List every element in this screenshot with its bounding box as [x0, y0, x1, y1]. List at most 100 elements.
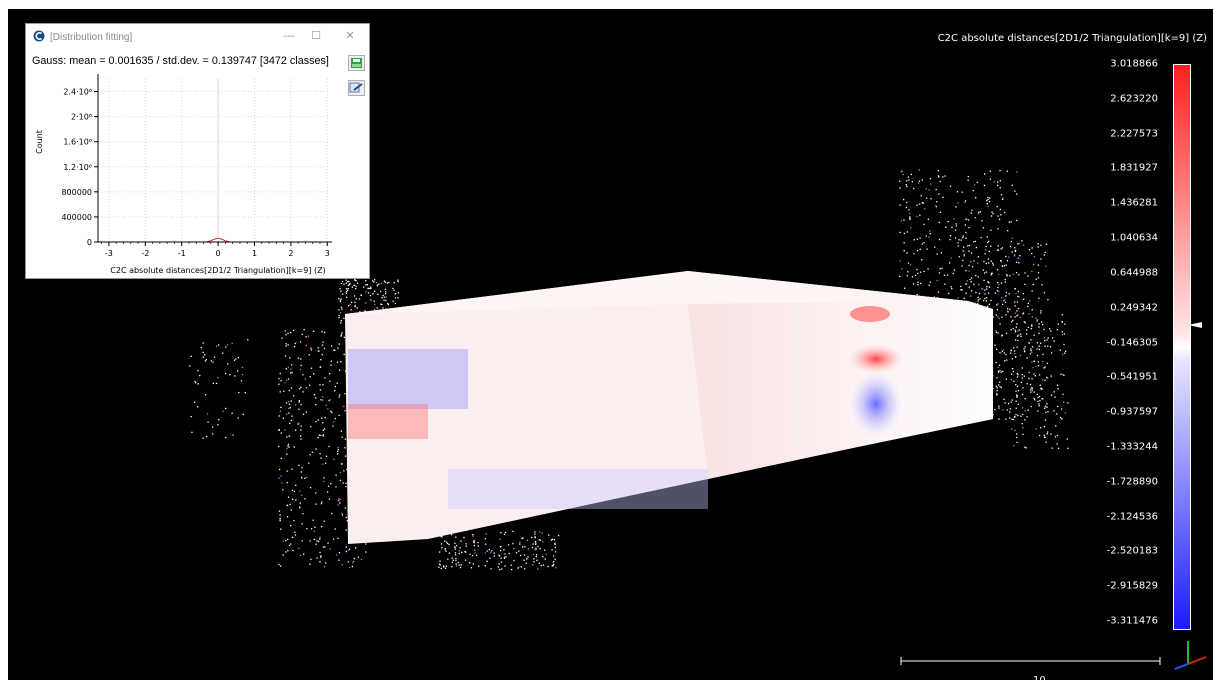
cloud-point	[1037, 272, 1040, 274]
cloud-point	[995, 385, 997, 387]
cloud-point	[1016, 373, 1018, 375]
cloud-point	[1031, 247, 1033, 249]
cloud-point	[935, 188, 937, 191]
cloud-point	[909, 216, 911, 218]
cloud-point	[289, 357, 291, 359]
cloud-point	[928, 189, 930, 191]
cloud-point	[951, 288, 953, 290]
distribution-fitting-dialog[interactable]: [Distribution fitting] — ☐ ✕ Gauss: mean…	[25, 23, 370, 279]
cloud-point	[301, 467, 303, 469]
cloud-point	[925, 235, 927, 237]
cloud-point	[544, 558, 546, 560]
cloud-point	[1016, 441, 1018, 443]
cloud-point	[973, 283, 975, 285]
cloud-point	[977, 262, 979, 264]
cloud-point	[301, 523, 303, 525]
cloud-point	[1038, 374, 1041, 376]
cloud-point	[534, 541, 537, 543]
cloud-point	[935, 205, 937, 207]
cloud-point	[244, 392, 246, 394]
cloud-point	[1045, 441, 1047, 443]
cloud-point	[1004, 402, 1006, 404]
cloud-point	[343, 336, 345, 338]
cloud-point	[278, 377, 280, 380]
cloud-point	[471, 554, 474, 557]
cloud-point	[355, 298, 357, 300]
cloud-point	[339, 288, 341, 290]
cloud-point	[293, 520, 295, 522]
cloud-point	[278, 510, 281, 512]
cloud-point	[225, 407, 227, 410]
cloud-point	[519, 543, 521, 545]
cloud-point	[1015, 384, 1017, 386]
cloud-point	[287, 443, 290, 445]
cloud-point	[347, 549, 350, 551]
cloud-point	[310, 349, 313, 351]
cloud-point	[322, 429, 324, 431]
cloud-point	[237, 417, 239, 419]
cloud-point	[985, 271, 988, 273]
cloud-point	[907, 176, 910, 178]
cloud-point	[319, 366, 322, 368]
cloud-point	[349, 303, 351, 306]
cloud-point	[323, 520, 325, 522]
cloud-point	[385, 291, 387, 293]
cloud-point	[970, 281, 972, 283]
cloud-point	[493, 552, 495, 554]
cloud-point	[238, 391, 240, 394]
cloud-point	[1049, 328, 1051, 330]
cloud-point	[373, 281, 375, 283]
cloud-point	[353, 557, 355, 560]
cloud-point	[1010, 221, 1012, 223]
cloud-point	[374, 279, 376, 281]
cloud-point	[909, 213, 911, 215]
cloud-point	[961, 265, 963, 267]
cloud-point	[958, 256, 960, 258]
cloud-point	[984, 173, 986, 175]
cloud-point	[1018, 262, 1020, 264]
cloud-point	[538, 539, 540, 541]
cloud-point	[1011, 368, 1014, 370]
cloud-point	[309, 540, 311, 542]
cloud-point	[218, 419, 220, 421]
cloud-point	[367, 292, 370, 294]
cloud-point	[286, 516, 289, 518]
cloud-point	[333, 458, 335, 460]
cloud-point	[997, 184, 999, 186]
cloud-point	[929, 178, 931, 180]
cloud-point	[1017, 390, 1020, 392]
cloud-point	[443, 566, 445, 568]
cloud-point	[965, 231, 967, 234]
cloud-point	[320, 399, 322, 401]
cloud-point	[306, 527, 308, 530]
cloud-point	[510, 564, 512, 566]
cloud-point	[997, 273, 1000, 275]
cloud-point	[1013, 445, 1015, 447]
cloud-point	[527, 556, 529, 558]
cloud-point	[438, 563, 441, 565]
cloud-point	[962, 259, 964, 262]
cloud-point	[324, 546, 326, 548]
cloud-point	[455, 536, 457, 538]
cloud-point	[1000, 214, 1002, 216]
cloud-point	[1005, 295, 1007, 297]
cloud-point	[1024, 446, 1026, 448]
cloud-point	[1005, 255, 1007, 258]
cloud-point	[364, 310, 366, 312]
cloud-point	[444, 549, 446, 551]
cloud-point	[1037, 246, 1039, 248]
cloud-point	[986, 305, 989, 307]
cloud-point	[1027, 275, 1029, 277]
cloud-point	[319, 453, 321, 455]
cloud-point	[438, 566, 440, 568]
cloud-point	[901, 170, 903, 172]
cloud-point	[994, 344, 996, 346]
scale-bar	[900, 657, 1161, 665]
cloud-point	[938, 193, 940, 195]
cloud-point	[226, 344, 229, 346]
y-tick-label: 1.2·10⁶	[63, 163, 92, 172]
cloud-point	[490, 568, 492, 570]
cloud-point	[455, 565, 457, 567]
cloud-point	[326, 491, 329, 493]
cloud-point	[1001, 334, 1003, 336]
